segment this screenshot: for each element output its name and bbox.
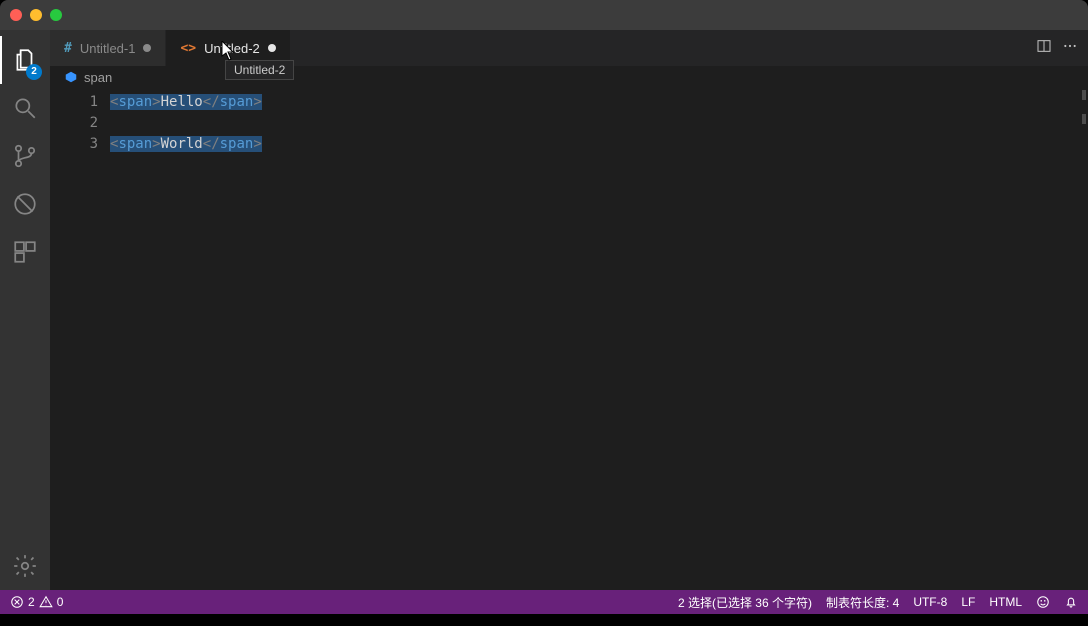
tab-tooltip: Untitled-2 [225, 60, 294, 80]
code-line[interactable]: <span>Hello</span> [110, 92, 262, 113]
activity-bar: 2 [0, 30, 50, 590]
line-number: 3 [50, 134, 98, 155]
status-feedback[interactable] [1036, 595, 1050, 609]
dirty-indicator-icon [143, 44, 151, 52]
breadcrumb[interactable]: span [50, 66, 1088, 88]
ruler-mark [1082, 114, 1086, 124]
error-count: 2 [28, 595, 35, 609]
explorer-badge: 2 [26, 64, 42, 80]
vscode-window: 2 [0, 0, 1088, 614]
dirty-indicator-icon [268, 44, 276, 52]
code-line[interactable]: <span>World</span> [110, 134, 262, 155]
split-horizontal-icon [1036, 38, 1052, 54]
tab-label: Untitled-1 [80, 41, 136, 56]
close-window-button[interactable] [10, 9, 22, 21]
status-problems[interactable]: 2 0 [10, 595, 63, 609]
more-actions-button[interactable] [1062, 38, 1078, 59]
smiley-icon [1036, 595, 1050, 609]
git-branch-icon [12, 143, 38, 169]
ellipsis-icon [1062, 38, 1078, 54]
code-line[interactable] [110, 113, 262, 134]
activity-search[interactable] [0, 84, 50, 132]
status-language[interactable]: HTML [989, 595, 1022, 609]
symbol-field-icon [64, 70, 78, 84]
maximize-window-button[interactable] [50, 9, 62, 21]
title-bar[interactable] [0, 0, 1088, 30]
editor-actions [1026, 30, 1088, 66]
activity-extensions[interactable] [0, 228, 50, 276]
window-controls [10, 9, 62, 21]
activity-debug[interactable] [0, 180, 50, 228]
tab-label: Untitled-2 [204, 41, 260, 56]
error-icon [10, 595, 24, 609]
status-encoding[interactable]: UTF-8 [913, 595, 947, 609]
html-file-icon: <> [180, 41, 196, 56]
bell-icon [1064, 595, 1078, 609]
status-eol[interactable]: LF [961, 595, 975, 609]
search-icon [12, 95, 38, 121]
status-notifications[interactable] [1064, 595, 1078, 609]
activity-settings[interactable] [0, 542, 50, 590]
status-selection[interactable]: 2 选择(已选择 36 个字符) [678, 594, 812, 611]
line-number: 2 [50, 113, 98, 134]
code-area[interactable]: <span>Hello</span> <span>World</span> [110, 88, 262, 590]
gear-icon [12, 553, 38, 579]
extensions-icon [12, 239, 38, 265]
debug-icon [12, 191, 38, 217]
split-editor-button[interactable] [1036, 38, 1052, 59]
status-tab-size[interactable]: 制表符长度: 4 [826, 594, 899, 611]
status-bar: 2 0 2 选择(已选择 36 个字符) 制表符长度: 4 UTF-8 LF H… [0, 590, 1088, 614]
breadcrumb-symbol: span [84, 70, 112, 85]
editor-group: # Untitled-1 <> Untitled-2 [50, 30, 1088, 590]
ruler-mark [1082, 90, 1086, 100]
overview-ruler[interactable] [1082, 90, 1086, 124]
tab-bar: # Untitled-1 <> Untitled-2 [50, 30, 1088, 66]
warning-icon [39, 595, 53, 609]
line-number: 1 [50, 92, 98, 113]
code-editor[interactable]: 1 2 3 <span>Hello</span> <span>World</sp… [50, 88, 1088, 590]
activity-explorer[interactable]: 2 [0, 36, 50, 84]
tab-untitled-1[interactable]: # Untitled-1 [50, 30, 166, 66]
warning-count: 0 [57, 595, 64, 609]
csharp-file-icon: # [64, 41, 72, 56]
minimize-window-button[interactable] [30, 9, 42, 21]
activity-source-control[interactable] [0, 132, 50, 180]
line-number-gutter: 1 2 3 [50, 88, 110, 590]
